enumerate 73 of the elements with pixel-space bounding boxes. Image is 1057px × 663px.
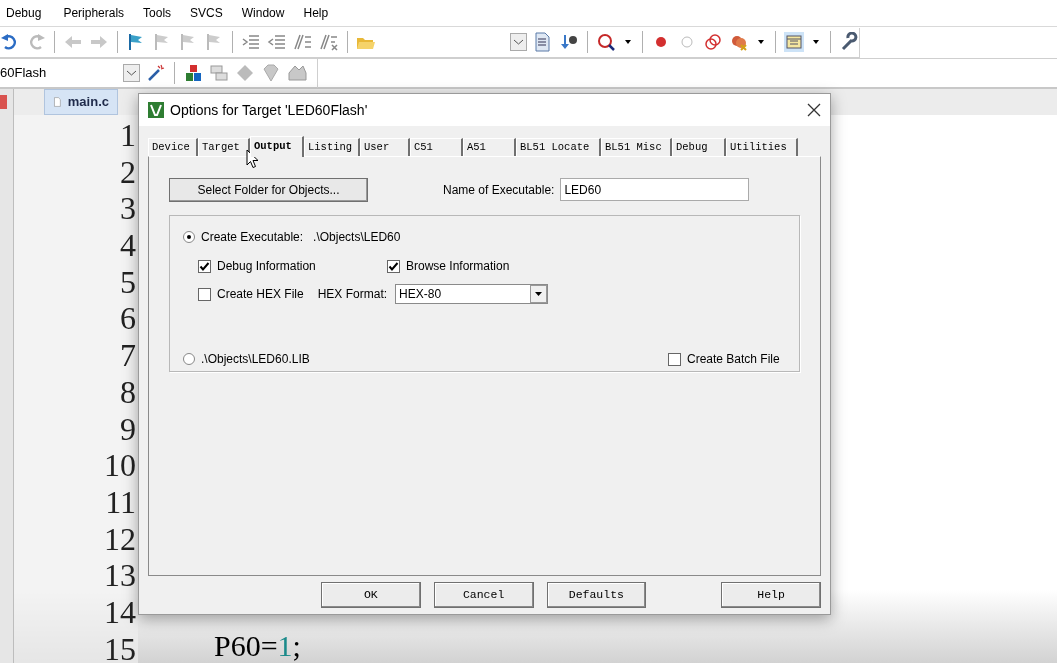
hex-format-select[interactable]: HEX-80	[395, 284, 549, 304]
line-number: 7	[120, 337, 136, 374]
checkbox-label: Create Batch File	[687, 351, 780, 368]
line-number: 8	[120, 373, 136, 411]
checkbox[interactable]	[668, 352, 681, 366]
debug-search-icon[interactable]	[596, 32, 616, 52]
radio-button[interactable]	[183, 231, 195, 243]
gem-icon[interactable]	[261, 63, 281, 83]
uncomment-icon[interactable]	[319, 32, 339, 52]
dialog-tab[interactable]: Utilities	[726, 138, 798, 156]
menu-item[interactable]: Peripherals	[63, 4, 125, 22]
target-select[interactable]: 60Flash	[0, 62, 140, 84]
stacked-windows-icon[interactable]	[209, 63, 229, 83]
menu-item[interactable]: Help	[303, 4, 329, 22]
dialog-tab[interactable]: Device	[148, 138, 198, 156]
dialog-tab[interactable]: Debug	[672, 138, 726, 156]
line-number: 12	[104, 520, 136, 558]
indent-icon[interactable]	[241, 32, 261, 52]
menu-item[interactable]: SVCS	[190, 4, 223, 22]
radio-button[interactable]	[183, 353, 195, 365]
dialog-tab[interactable]: BL51 Locate	[516, 138, 601, 156]
line-number: 10	[104, 447, 136, 484]
dialog-tab[interactable]: User	[360, 138, 410, 156]
executable-name-label: Name of Executable:	[443, 181, 555, 199]
line-number: 3	[120, 190, 136, 228]
checkbox[interactable]	[387, 259, 400, 273]
line-number: 15	[104, 630, 136, 663]
code-line: P60=1;	[214, 629, 302, 663]
dialog-tab[interactable]: Target	[198, 138, 250, 156]
line-number: 6	[120, 300, 136, 338]
hex-format-label: HEX Format:	[317, 286, 388, 303]
checkbox-label: Debug Information	[217, 258, 316, 275]
line-number: 11	[105, 483, 136, 521]
option-label: Create Executable:	[201, 229, 304, 246]
dialog-button[interactable]: Defaults	[546, 582, 647, 608]
dialog-tab[interactable]: Output	[250, 136, 304, 157]
comment-icon[interactable]	[293, 32, 313, 52]
colored-blocks-icon[interactable]	[183, 63, 203, 83]
line-number: 2	[120, 153, 136, 191]
magic-wand-icon[interactable]	[146, 63, 166, 83]
editor-tab[interactable]: main.c	[44, 89, 118, 115]
dialog-button[interactable]: Help	[721, 582, 821, 608]
dialog-tab[interactable]: A51	[463, 138, 516, 156]
close-icon[interactable]	[807, 103, 821, 117]
dialog-tab[interactable]: BL51 Misc	[601, 138, 672, 156]
line-number: 4	[120, 227, 136, 264]
document-icon[interactable]	[533, 32, 553, 52]
executable-name-field[interactable]: LED60	[560, 178, 750, 201]
line-number: 9	[120, 410, 136, 448]
outdent-icon[interactable]	[267, 32, 287, 52]
line-number: 14	[104, 593, 136, 631]
dialog-title: Options for Target 'LED60Flash'	[170, 100, 368, 120]
line-number: 5	[120, 263, 136, 301]
checkbox-label: Create HEX File	[217, 286, 304, 303]
line-number: 1	[120, 117, 136, 154]
menu-item[interactable]: Debug	[6, 4, 42, 22]
dialog-tab[interactable]: Listing	[304, 138, 360, 156]
menu-item[interactable]: Tools	[143, 4, 172, 22]
output-path: .\Objects\LED60	[313, 229, 401, 246]
dialog-tab[interactable]: C51	[410, 138, 463, 156]
app-icon	[148, 102, 164, 118]
window-layout-icon[interactable]	[784, 32, 804, 52]
option-label: .\Objects\LED60.LIB	[201, 351, 310, 368]
checkbox-label: Browse Information	[406, 258, 510, 275]
linked-circles-icon[interactable]	[703, 32, 723, 52]
checkbox[interactable]	[198, 287, 211, 301]
select-folder-button[interactable]: Select Folder for Objects...	[169, 177, 368, 202]
dialog-button[interactable]: OK	[321, 582, 421, 608]
checkbox[interactable]	[198, 259, 211, 273]
line-number: 13	[104, 557, 136, 594]
menu-item[interactable]: Window	[241, 4, 285, 22]
dialog-button[interactable]: Cancel	[433, 582, 534, 608]
diamond-icon[interactable]	[235, 63, 255, 83]
